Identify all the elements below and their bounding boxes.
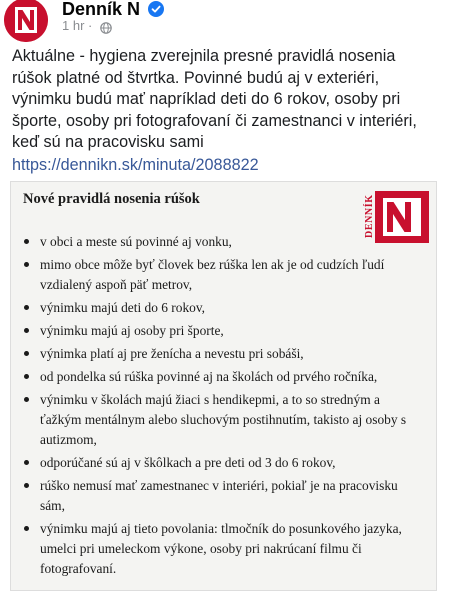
rule-item: v obci a meste sú povinné aj vonku,	[23, 232, 423, 252]
rule-item: rúško nemusí mať zamestnanec v interiéri…	[23, 476, 423, 516]
card-title: Nové pravidlá nosenia rúšok	[23, 191, 200, 207]
rule-item: výnimku majú deti do 6 rokov,	[23, 298, 423, 318]
rule-item: výnimku v školách majú žiaci s hendikepm…	[23, 390, 423, 450]
post-text: Aktuálne - hygiena zverejnila presné pra…	[12, 47, 417, 151]
rules-image-card[interactable]: Nové pravidlá nosenia rúšok DENNÍK v obc…	[10, 181, 437, 591]
rule-item: výnimku majú aj osoby pri športe,	[23, 321, 423, 341]
rule-item: výnimka platí aj pre ženícha a nevestu p…	[23, 344, 423, 364]
post-time[interactable]: 1 hr	[62, 18, 84, 33]
rule-item: výnimku majú aj tieto povolania: tlmoční…	[23, 519, 423, 579]
rules-list: v obci a meste sú povinné aj vonku, mimo…	[23, 232, 423, 582]
rule-item: od pondelka sú rúška povinné aj na školá…	[23, 367, 423, 387]
page-name-link[interactable]: Denník N	[62, 0, 140, 20]
post-link[interactable]: https://dennikn.sk/minuta/2088822	[12, 156, 259, 175]
rule-item: mimo obce môže byť človek bez rúška len …	[23, 255, 423, 295]
globe-icon	[100, 21, 112, 39]
page-avatar[interactable]	[4, 0, 48, 42]
meta-separator: ·	[88, 18, 93, 33]
dennik-n-logo-icon	[4, 0, 48, 42]
verified-badge-icon	[148, 1, 164, 22]
post-meta: 1 hr ·	[62, 18, 92, 33]
post-header: Denník N 1 hr ·	[0, 0, 449, 42]
rule-item: odporúčané sú aj v škôlkach a pre deti o…	[23, 453, 423, 473]
